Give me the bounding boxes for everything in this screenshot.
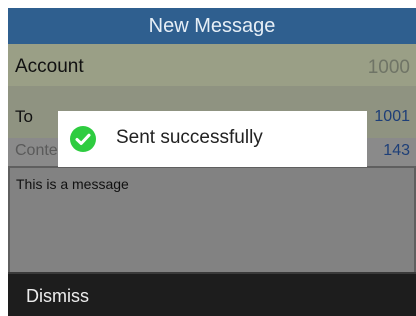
message-textarea[interactable]: This is a message: [8, 166, 416, 280]
dismiss-button[interactable]: Dismiss: [26, 286, 89, 307]
content-label: Conte: [15, 142, 58, 159]
success-toast: Sent successfully: [58, 111, 367, 167]
to-value: 1001: [374, 108, 410, 125]
content-char-count: 143: [383, 142, 410, 159]
to-label: To: [15, 107, 33, 126]
toast-message: Sent successfully: [116, 127, 263, 148]
account-row[interactable]: Account 1000: [8, 44, 416, 86]
message-text: This is a message: [16, 176, 129, 192]
check-circle-icon: [70, 126, 96, 152]
account-label: Account: [15, 56, 84, 77]
account-value: 1000: [367, 57, 410, 78]
page-title: New Message: [148, 15, 276, 37]
title-bar: New Message: [8, 8, 416, 44]
softkey-bar: Dismiss: [8, 272, 416, 316]
